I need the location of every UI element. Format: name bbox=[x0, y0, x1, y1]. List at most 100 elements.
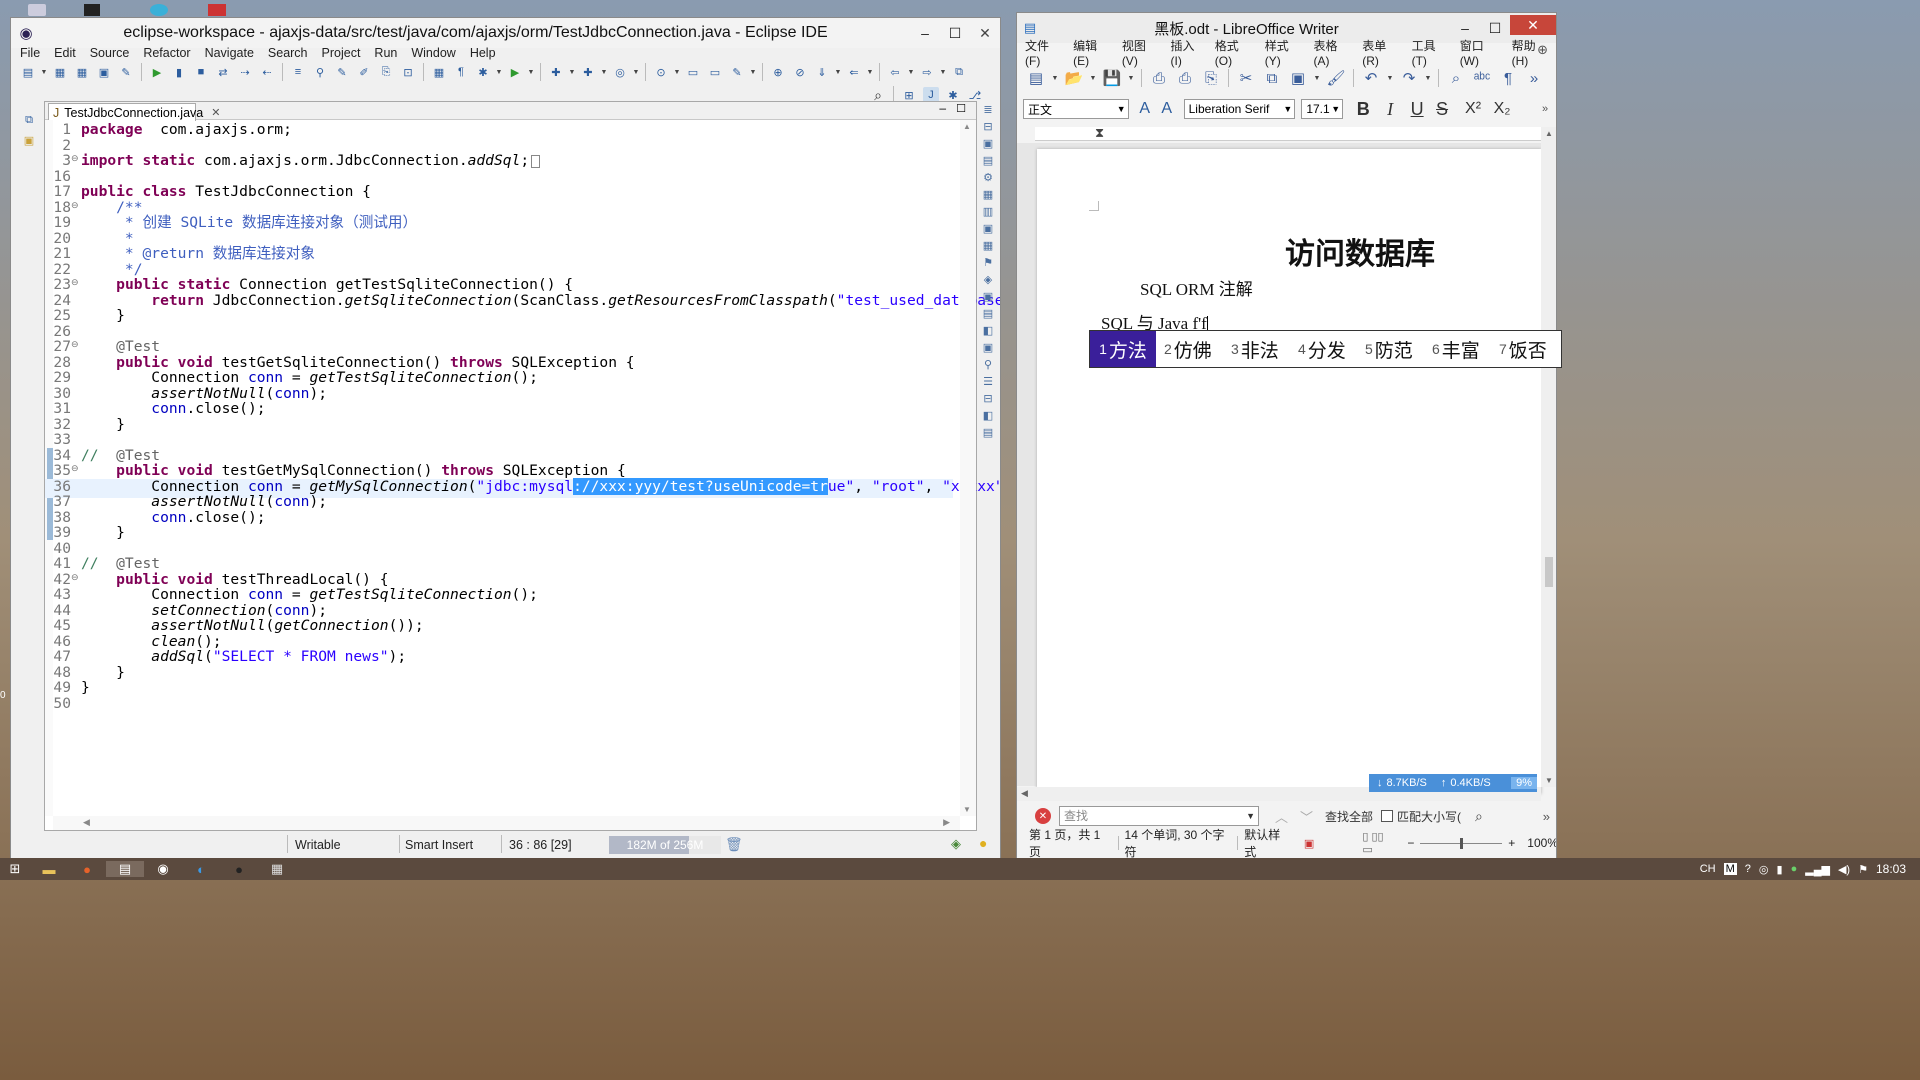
dropdown-chevron-icon[interactable]: ▼ bbox=[568, 64, 576, 80]
find-input[interactable]: 查找 ▼ bbox=[1059, 806, 1259, 826]
vertical-scrollbar[interactable]: ▲ ▼ bbox=[960, 120, 976, 816]
bold-icon[interactable]: B bbox=[1355, 99, 1371, 119]
ime-candidate[interactable]: 4 分发 bbox=[1290, 331, 1354, 367]
ime-candidate[interactable]: 7 饭否 bbox=[1491, 331, 1555, 367]
eclipse-menu-item[interactable]: Help bbox=[463, 46, 503, 60]
view-icon[interactable]: ◈ bbox=[984, 272, 992, 289]
document-page[interactable]: 访问数据库 SQL ORM 注解 SQL 与 Java f'f bbox=[1037, 149, 1541, 794]
toolbar-icon[interactable]: ↷ bbox=[1399, 70, 1419, 87]
zoom-out-icon[interactable]: − bbox=[1407, 836, 1414, 850]
toolbar-icon[interactable]: ✂ bbox=[1236, 70, 1256, 87]
taskbar-notes-icon[interactable]: ▦ bbox=[258, 861, 296, 877]
heap-status[interactable]: 182M of 256M bbox=[609, 836, 721, 854]
match-case-checkbox[interactable] bbox=[1381, 810, 1394, 822]
taskbar-app-icon[interactable]: ● bbox=[220, 862, 258, 877]
toolbar-icon[interactable]: 💾 bbox=[1102, 70, 1122, 87]
dropdown-chevron-icon[interactable]: ▼ bbox=[1424, 70, 1432, 86]
strikethrough-icon[interactable]: S bbox=[1434, 99, 1450, 119]
eclipse-menu-item[interactable]: Navigate bbox=[198, 46, 261, 60]
toolbar-icon[interactable]: ✎ bbox=[729, 64, 745, 80]
toolbar-icon[interactable]: ▣ bbox=[1288, 70, 1308, 87]
view-icon[interactable]: ▣ bbox=[983, 136, 993, 153]
toolbar-icon[interactable]: ✚ bbox=[548, 64, 564, 80]
dropdown-chevron-icon[interactable]: ▼ bbox=[1127, 70, 1135, 86]
eclipse-menu-item[interactable]: Run bbox=[367, 46, 404, 60]
taskbar-eclipse-icon[interactable]: ◉ bbox=[144, 861, 182, 877]
help-tray-icon[interactable]: ? bbox=[1745, 863, 1751, 875]
toolbar-icon[interactable]: ⧉ bbox=[951, 64, 967, 80]
view-icon[interactable]: ⊟ bbox=[983, 119, 992, 136]
dropdown-chevron-icon[interactable]: ▼ bbox=[866, 64, 874, 80]
ime-candidate[interactable]: 6 丰富 bbox=[1424, 331, 1488, 367]
toolbar-icon[interactable]: ⊙ bbox=[653, 64, 669, 80]
dropdown-chevron-icon[interactable]: ▼ bbox=[600, 64, 608, 80]
eclipse-menu-item[interactable]: Source bbox=[83, 46, 137, 60]
toolbar-icon[interactable]: ⇨ bbox=[919, 64, 935, 80]
toolbar-icon[interactable]: ⎘ bbox=[1201, 70, 1221, 87]
view-icon[interactable]: ▣ bbox=[983, 289, 993, 306]
toolbar-icon[interactable]: ⇦ bbox=[887, 64, 903, 80]
toolbar-icon[interactable]: ⎘ bbox=[378, 64, 394, 80]
toolbar-icon[interactable]: ▮ bbox=[171, 64, 187, 80]
tray-icon[interactable]: ◎ bbox=[1759, 863, 1769, 876]
find-all-button[interactable]: 查找全部 bbox=[1325, 808, 1373, 825]
toolbar-icon[interactable]: ¶ bbox=[1498, 70, 1518, 87]
view-icon[interactable]: ⚙ bbox=[983, 170, 993, 187]
toolbar-icon[interactable]: ▶ bbox=[507, 64, 523, 80]
page-style[interactable]: 默认样式 bbox=[1244, 826, 1290, 859]
horizontal-scrollbar[interactable]: ◀ ▶ bbox=[53, 816, 960, 830]
toolbar-icon[interactable]: ⇐ bbox=[846, 64, 862, 80]
toolbar-icon[interactable]: ▤ bbox=[20, 64, 36, 80]
toolbar-icon[interactable]: ¶ bbox=[453, 64, 469, 80]
net-speed-widget[interactable]: ↓ 8.7KB/S ↑ 0.4KB/S 9% bbox=[1369, 774, 1537, 792]
dropdown-chevron-icon[interactable]: ▼ bbox=[632, 64, 640, 80]
update-style-icon[interactable]: A bbox=[1137, 100, 1153, 117]
dropdown-chevron-icon[interactable]: ▼ bbox=[907, 64, 915, 80]
writer-close-button[interactable]: ✕ bbox=[1510, 15, 1556, 35]
toolbar-icon[interactable]: ≡ bbox=[290, 64, 306, 80]
taskbar-explorer-icon[interactable]: ▬ bbox=[30, 862, 68, 877]
view-icon[interactable]: ☰ bbox=[983, 374, 993, 391]
restore-icon[interactable]: ⧉ bbox=[21, 112, 37, 128]
toolbar-icon[interactable]: » bbox=[1524, 70, 1544, 87]
fold-toggle-icon[interactable]: ⊖ bbox=[71, 572, 79, 583]
tip-bulb-icon[interactable]: ● bbox=[979, 835, 987, 851]
view-icon[interactable]: ▥ bbox=[983, 204, 993, 221]
network-tray-icon[interactable]: ▮ bbox=[1777, 863, 1783, 876]
taskbar-writer-icon[interactable]: ▤ bbox=[106, 861, 144, 877]
eclipse-menu-item[interactable]: Project bbox=[315, 46, 368, 60]
view-layout-icons[interactable]: ▯ ▯▯ ▭ bbox=[1362, 830, 1395, 856]
view-icon[interactable]: ◧ bbox=[983, 408, 993, 425]
view-icon[interactable]: ▣ bbox=[983, 221, 993, 238]
zoom-in-icon[interactable]: + bbox=[1508, 836, 1515, 850]
toolbar-icon[interactable]: ✚ bbox=[580, 64, 596, 80]
folded-import-box[interactable] bbox=[531, 154, 541, 168]
toolbar-icon[interactable]: ⇢ bbox=[237, 64, 253, 80]
editor-tab[interactable]: J TestJdbcConnection.java ✕ bbox=[48, 103, 220, 121]
toolbar-icon[interactable]: ✱ bbox=[475, 64, 491, 80]
taskbar-browser-icon[interactable]: ◐ bbox=[182, 862, 220, 877]
dropdown-chevron-icon[interactable]: ▼ bbox=[834, 64, 842, 80]
toolbar-icon[interactable]: ⇄ bbox=[215, 64, 231, 80]
italic-icon[interactable]: I bbox=[1382, 99, 1398, 119]
find-next-icon[interactable]: ﹀ bbox=[1300, 807, 1313, 826]
eclipse-menu-item[interactable]: Window bbox=[404, 46, 462, 60]
start-icon[interactable]: ⊞ bbox=[0, 861, 30, 877]
package-explorer-icon[interactable]: ▣ bbox=[21, 132, 37, 148]
code-line[interactable]: 50 bbox=[45, 695, 953, 715]
toolbar-icon[interactable]: ᵃᵇᶜ bbox=[1472, 70, 1492, 87]
app-icon[interactable] bbox=[28, 4, 46, 16]
app-icon[interactable] bbox=[84, 4, 100, 16]
toolbar-icon[interactable]: ⇠ bbox=[259, 64, 275, 80]
dropdown-chevron-icon[interactable]: ▼ bbox=[1313, 70, 1321, 86]
writer-vertical-scrollbar[interactable]: ▲ ▼ bbox=[1541, 127, 1556, 787]
dropdown-chevron-icon[interactable]: ▼ bbox=[1051, 70, 1059, 86]
font-name-select[interactable]: Liberation Serif ▼ bbox=[1183, 99, 1296, 119]
underline-icon[interactable]: U bbox=[1409, 99, 1425, 119]
editor-maximize-icon[interactable]: ☐ bbox=[956, 102, 966, 115]
writer-menu-extra-icon[interactable]: ⊕ bbox=[1537, 42, 1548, 58]
toolbar-icon[interactable]: ▦ bbox=[52, 64, 68, 80]
toolbar-icon[interactable]: ✎ bbox=[118, 64, 134, 80]
flag-tray-icon[interactable]: ⚑ bbox=[1858, 863, 1868, 876]
fold-toggle-icon[interactable]: ⊖ bbox=[71, 277, 79, 288]
